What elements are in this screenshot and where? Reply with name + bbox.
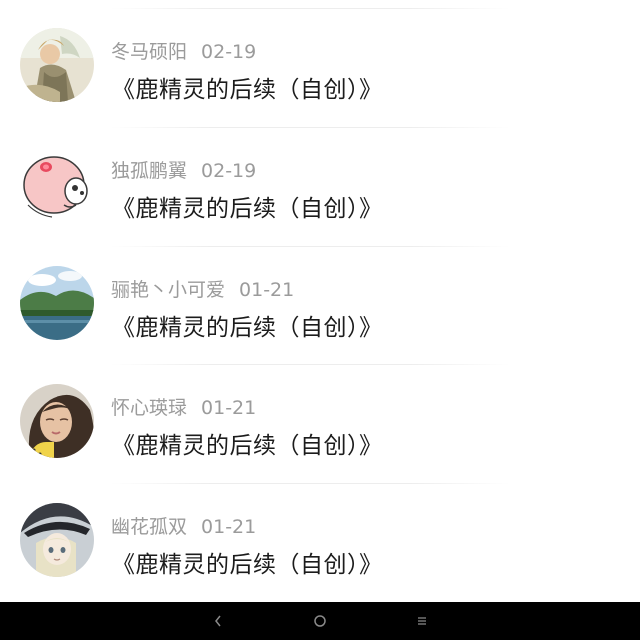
comment-title[interactable]: 《鹿精灵的后续（自创）》 xyxy=(112,426,383,460)
avatar-anime-character xyxy=(20,503,94,577)
list-item[interactable]: 冬马硕阳 02-19 《鹿精灵的后续（自创）》 xyxy=(0,15,640,133)
avatar-lake-landscape xyxy=(20,266,94,340)
comment-meta: 怀心瑛琭 01-21 xyxy=(111,393,256,420)
back-icon xyxy=(215,615,221,627)
comment-date: 01-21 xyxy=(239,279,295,301)
menu-button[interactable] xyxy=(392,602,452,640)
avatar[interactable] xyxy=(20,384,94,458)
avatar[interactable] xyxy=(20,503,94,577)
comment-list: 冬马硕阳 02-19 《鹿精灵的后续（自创）》 独孤鹏翼 02-19 《鹿精灵的后续… xyxy=(0,0,640,602)
divider xyxy=(110,246,510,247)
divider xyxy=(110,364,510,365)
comment-date: 01-21 xyxy=(201,397,257,419)
divider xyxy=(110,8,510,9)
user-name[interactable]: 怀心瑛琭 xyxy=(111,397,187,419)
comment-meta: 独孤鹏翼 02-19 xyxy=(111,156,256,183)
list-item[interactable]: 怀心瑛琭 01-21 《鹿精灵的后续（自创）》 xyxy=(0,371,640,489)
avatar-woman-photo xyxy=(20,384,94,458)
list-item[interactable]: 骊艳丶小可爱 01-21 《鹿精灵的后续（自创）》 xyxy=(0,253,640,371)
avatar[interactable] xyxy=(20,147,94,221)
avatar[interactable] xyxy=(20,28,94,102)
list-item[interactable]: 独孤鹏翼 02-19 《鹿精灵的后续（自创）》 xyxy=(0,134,640,252)
avatar-pink-cartoon-pig xyxy=(20,147,94,221)
home-icon xyxy=(314,615,326,627)
avatar[interactable] xyxy=(20,266,94,340)
comment-meta: 冬马硕阳 02-19 xyxy=(111,37,256,64)
comment-meta: 幽花孤双 01-21 xyxy=(111,512,256,539)
user-name[interactable]: 冬马硕阳 xyxy=(111,41,187,63)
menu-icon xyxy=(418,617,426,625)
comment-title[interactable]: 《鹿精灵的后续（自创）》 xyxy=(112,308,383,342)
back-button[interactable] xyxy=(188,602,248,640)
comment-date: 02-19 xyxy=(201,160,257,182)
comment-meta: 骊艳丶小可爱 01-21 xyxy=(111,275,294,302)
home-button[interactable] xyxy=(290,602,350,640)
comment-date: 01-21 xyxy=(201,516,257,538)
comment-title[interactable]: 《鹿精灵的后续（自创）》 xyxy=(112,70,383,104)
user-name[interactable]: 骊艳丶小可爱 xyxy=(111,279,225,301)
divider xyxy=(110,483,510,484)
comment-title[interactable]: 《鹿精灵的后续（自创）》 xyxy=(112,189,383,223)
list-item[interactable]: 幽花孤双 01-21 《鹿精灵的后续（自创）》 xyxy=(0,490,640,602)
user-name[interactable]: 独孤鹏翼 xyxy=(111,160,187,182)
avatar-illustrated-figure xyxy=(20,28,94,102)
system-navigation-bar xyxy=(0,602,640,640)
divider xyxy=(110,127,510,128)
comment-date: 02-19 xyxy=(201,41,257,63)
comment-title[interactable]: 《鹿精灵的后续（自创）》 xyxy=(112,545,383,579)
user-name[interactable]: 幽花孤双 xyxy=(111,516,187,538)
